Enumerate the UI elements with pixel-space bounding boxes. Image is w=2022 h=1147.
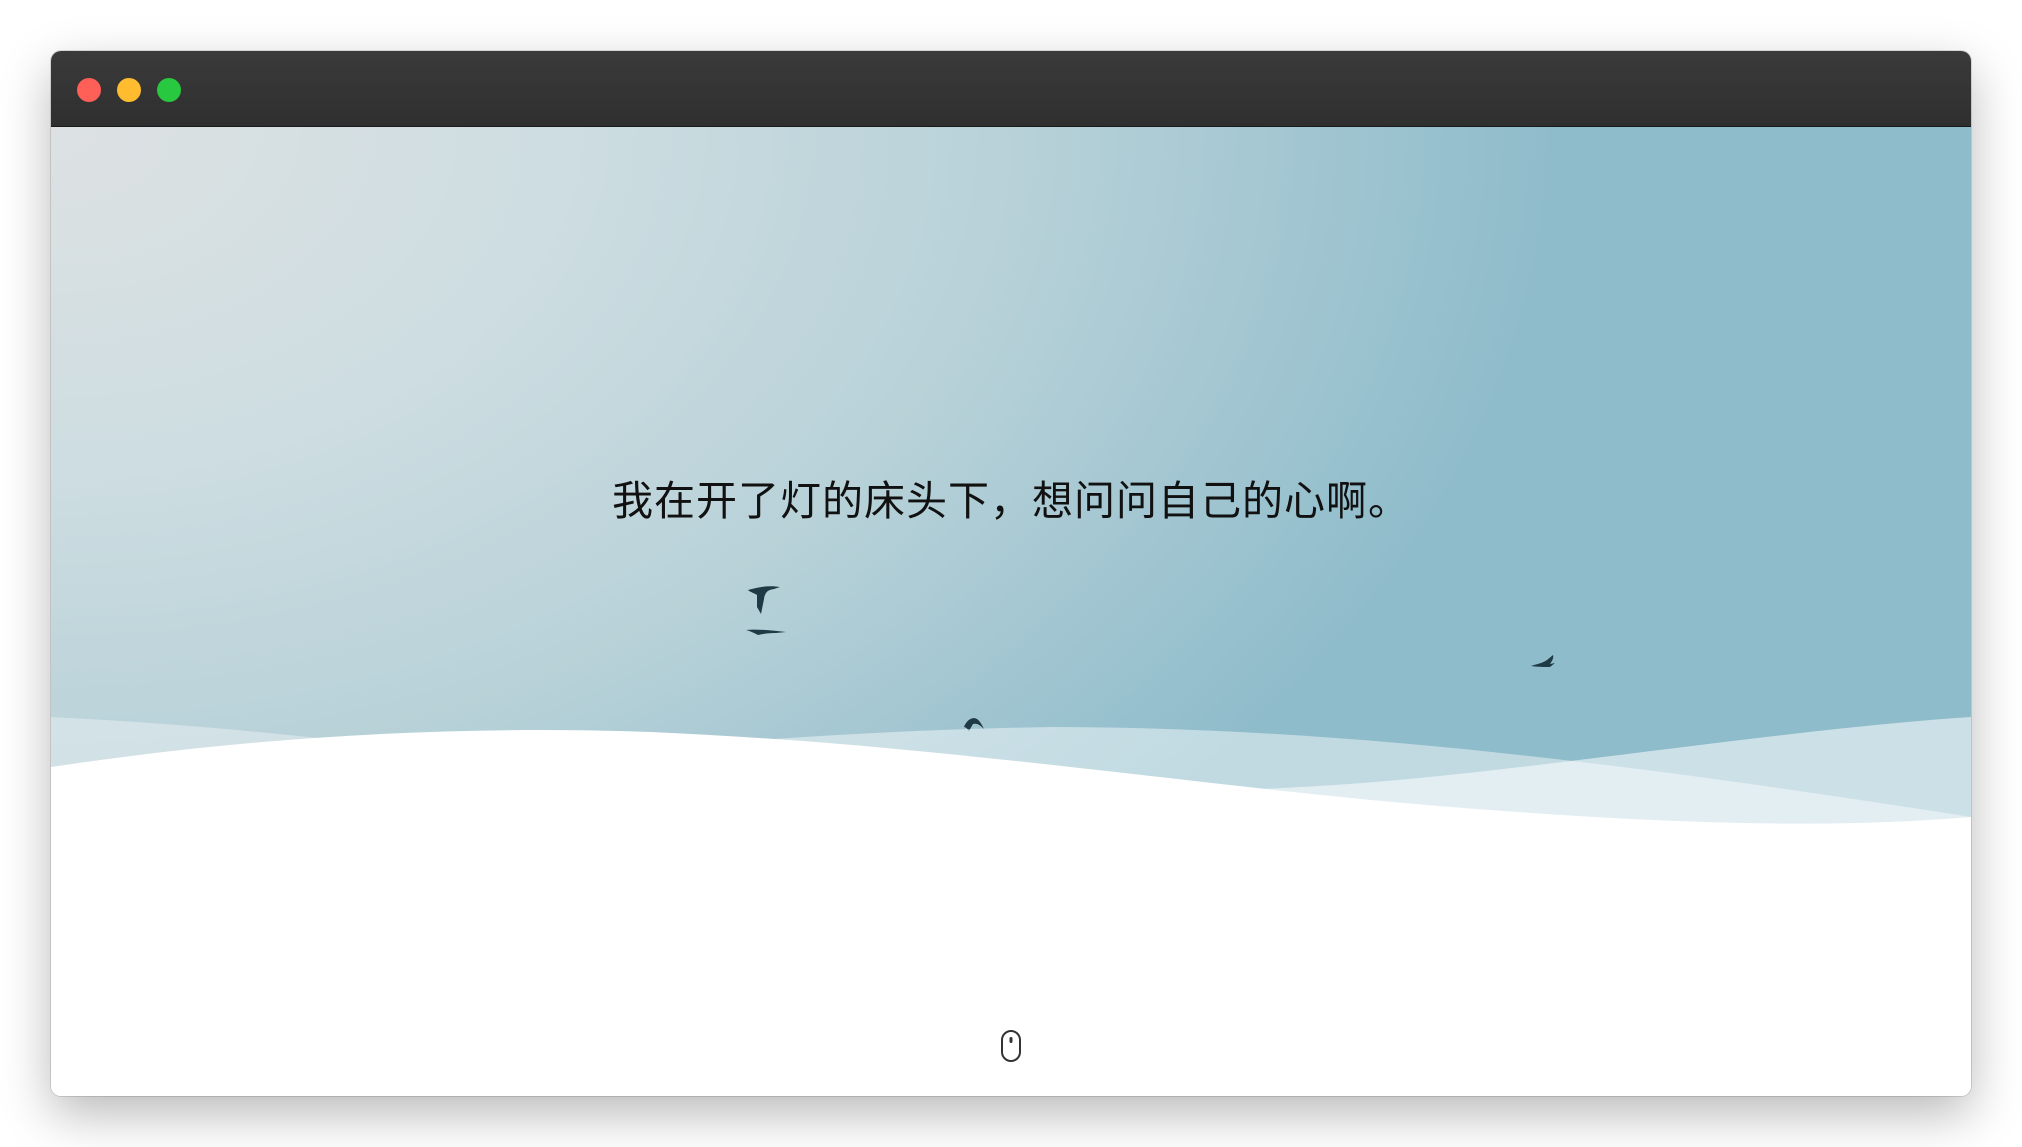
close-button[interactable]	[77, 78, 101, 102]
hero-section: 我在开了灯的床头下，想问问自己的心啊。	[51, 127, 1971, 1096]
minimize-button[interactable]	[117, 78, 141, 102]
browser-window: 我在开了灯的床头下，想问问自己的心啊。	[51, 51, 1971, 1096]
wave-decoration	[51, 717, 1971, 1096]
title-bar	[51, 51, 1971, 127]
mouse-scroll-icon[interactable]	[1000, 1029, 1022, 1063]
maximize-button[interactable]	[157, 78, 181, 102]
